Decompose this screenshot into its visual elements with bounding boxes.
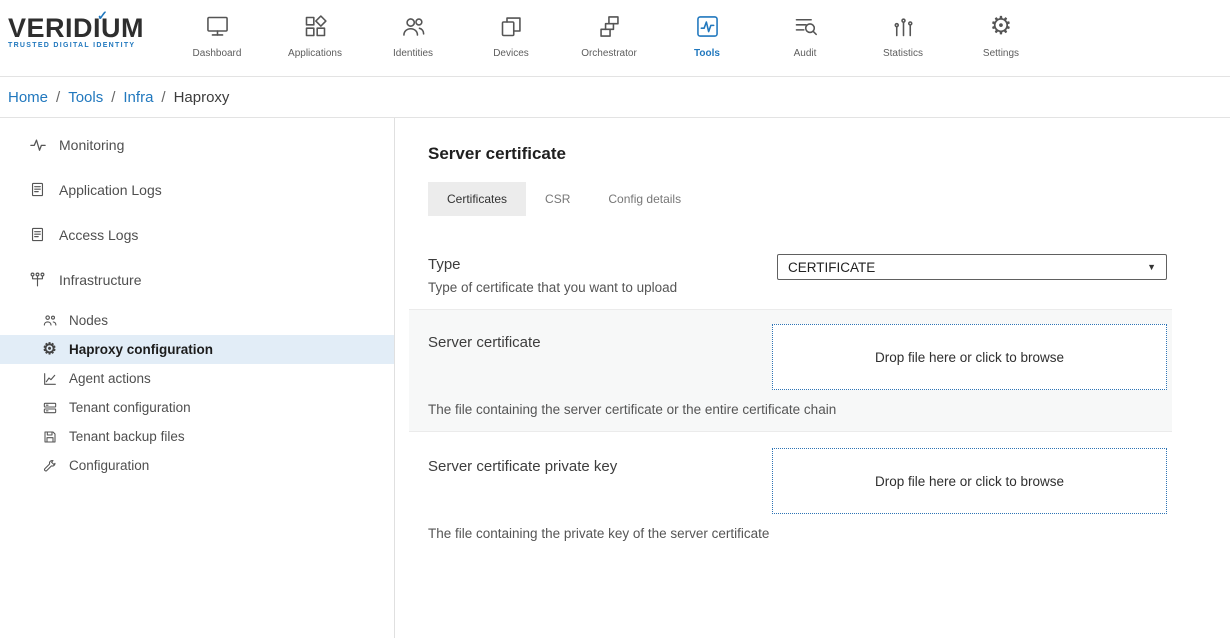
content-area: Monitoring Application Logs Access Logs … bbox=[0, 118, 1230, 638]
settings-gear-icon: ⚙ bbox=[990, 11, 1012, 41]
logo-tagline: TRUSTED DIGITAL IDENTITY bbox=[8, 42, 168, 49]
breadcrumb-haproxy: Haproxy bbox=[174, 89, 230, 106]
nav-label: Audit bbox=[794, 48, 817, 59]
tab-certificates[interactable]: Certificates bbox=[428, 182, 526, 216]
nav-label: Identities bbox=[393, 48, 433, 59]
server-certificate-label: Server certificate bbox=[428, 324, 541, 351]
sidebar-item-access-logs[interactable]: Access Logs bbox=[0, 212, 394, 257]
type-row: Type Type of certificate that you want t… bbox=[409, 242, 1172, 309]
sidebar-item-label: Monitoring bbox=[59, 137, 124, 153]
nav-label: Tools bbox=[694, 48, 720, 59]
dropzone-text: Drop file here or click to browse bbox=[875, 350, 1064, 365]
certificate-form: Type Type of certificate that you want t… bbox=[409, 242, 1172, 555]
top-navigation: VERIDIUM ✓ TRUSTED DIGITAL IDENTITY Dash… bbox=[0, 0, 1230, 77]
sidebar-item-label: Nodes bbox=[69, 313, 108, 328]
server-stack-icon bbox=[40, 398, 59, 417]
breadcrumb-home[interactable]: Home bbox=[8, 89, 48, 106]
sidebar-item-label: Tenant backup files bbox=[69, 429, 185, 444]
nav-item-devices[interactable]: Devices bbox=[462, 11, 560, 59]
sidebar-item-tenant-configuration[interactable]: Tenant configuration bbox=[0, 393, 394, 422]
type-label-block: Type Type of certificate that you want t… bbox=[428, 254, 677, 295]
tools-icon bbox=[694, 11, 721, 41]
nav-item-dashboard[interactable]: Dashboard bbox=[168, 11, 266, 59]
sidebar-item-monitoring[interactable]: Monitoring bbox=[0, 122, 394, 167]
sidebar-item-configuration[interactable]: Configuration bbox=[0, 451, 394, 480]
wrench-icon bbox=[40, 456, 59, 475]
sidebar-item-label: Access Logs bbox=[59, 227, 138, 243]
audit-icon bbox=[792, 11, 819, 41]
nav-item-identities[interactable]: Identities bbox=[364, 11, 462, 59]
dashboard-icon bbox=[204, 11, 231, 41]
identities-icon bbox=[400, 11, 427, 41]
breadcrumb-infra[interactable]: Infra bbox=[123, 89, 153, 106]
private-key-dropzone[interactable]: Drop file here or click to browse bbox=[772, 448, 1167, 514]
server-certificate-help: The file containing the server certifica… bbox=[428, 402, 1167, 417]
private-key-help: The file containing the private key of t… bbox=[428, 526, 1167, 541]
nav-label: Statistics bbox=[883, 48, 923, 59]
sidebar-item-label: Tenant configuration bbox=[69, 400, 191, 415]
sidebar-item-label: Application Logs bbox=[59, 182, 162, 198]
nav-item-settings[interactable]: ⚙ Settings bbox=[952, 11, 1050, 59]
server-certificate-row: Server certificate Drop file here or cli… bbox=[409, 309, 1172, 432]
monitoring-pulse-icon bbox=[28, 135, 47, 154]
server-certificate-dropzone[interactable]: Drop file here or click to browse bbox=[772, 324, 1167, 390]
nav-item-audit[interactable]: Audit bbox=[756, 11, 854, 59]
type-select[interactable]: CERTIFICATE ▼ bbox=[777, 254, 1167, 280]
page-title: Server certificate bbox=[428, 144, 1230, 164]
chevron-down-icon: ▼ bbox=[1147, 262, 1156, 272]
nav-label: Orchestrator bbox=[581, 48, 637, 59]
nav-item-applications[interactable]: Applications bbox=[266, 11, 364, 59]
document-icon bbox=[28, 225, 47, 244]
sidebar-item-application-logs[interactable]: Application Logs bbox=[0, 167, 394, 212]
infrastructure-icon bbox=[28, 270, 47, 289]
nav-label: Settings bbox=[983, 48, 1019, 59]
nav-label: Devices bbox=[493, 48, 529, 59]
type-select-value: CERTIFICATE bbox=[788, 260, 875, 275]
devices-icon bbox=[498, 11, 525, 41]
orchestrator-icon bbox=[596, 11, 623, 41]
breadcrumb: Home / Tools / Infra / Haproxy bbox=[0, 77, 1230, 118]
breadcrumb-separator: / bbox=[56, 89, 60, 106]
private-key-label: Server certificate private key bbox=[428, 448, 617, 475]
dropzone-text: Drop file here or click to browse bbox=[875, 474, 1064, 489]
sidebar-item-label: Agent actions bbox=[69, 371, 151, 386]
sidebar-item-tenant-backup-files[interactable]: Tenant backup files bbox=[0, 422, 394, 451]
sidebar-item-label: Haproxy configuration bbox=[69, 342, 213, 357]
private-key-row: Server certificate private key Drop file… bbox=[409, 432, 1172, 555]
type-label: Type bbox=[428, 254, 677, 273]
applications-icon bbox=[302, 11, 329, 41]
tab-csr[interactable]: CSR bbox=[526, 182, 589, 216]
statistics-icon bbox=[890, 11, 917, 41]
breadcrumb-separator: / bbox=[111, 89, 115, 106]
nav-item-orchestrator[interactable]: Orchestrator bbox=[560, 11, 658, 59]
nodes-people-icon bbox=[40, 311, 59, 330]
nav-item-statistics[interactable]: Statistics bbox=[854, 11, 952, 59]
breadcrumb-separator: / bbox=[161, 89, 165, 106]
sidebar-item-label: Infrastructure bbox=[59, 272, 141, 288]
breadcrumb-tools[interactable]: Tools bbox=[68, 89, 103, 106]
nav-item-tools[interactable]: Tools bbox=[658, 11, 756, 59]
main-panel: Server certificate Certificates CSR Conf… bbox=[409, 118, 1230, 638]
nav-label: Applications bbox=[288, 48, 342, 59]
tabs: Certificates CSR Config details bbox=[428, 182, 1230, 216]
sidebar-item-infrastructure[interactable]: Infrastructure bbox=[0, 257, 394, 302]
line-chart-icon bbox=[40, 369, 59, 388]
sidebar-item-nodes[interactable]: Nodes bbox=[0, 306, 394, 335]
logo-check-icon: ✓ bbox=[97, 8, 108, 24]
sidebar-item-label: Configuration bbox=[69, 458, 149, 473]
gear-icon: ⚙ bbox=[40, 340, 59, 359]
nav-label: Dashboard bbox=[193, 48, 242, 59]
main-nav: Dashboard Applications Identities Device… bbox=[168, 0, 1050, 59]
save-disk-icon bbox=[40, 427, 59, 446]
tab-config-details[interactable]: Config details bbox=[589, 182, 700, 216]
logo-text: VERIDIUM bbox=[8, 15, 168, 41]
document-icon bbox=[28, 180, 47, 199]
sidebar-item-haproxy-configuration[interactable]: ⚙ Haproxy configuration bbox=[0, 335, 394, 364]
sidebar: Monitoring Application Logs Access Logs … bbox=[0, 118, 395, 638]
veridium-logo: VERIDIUM ✓ TRUSTED DIGITAL IDENTITY bbox=[0, 0, 168, 49]
type-help: Type of certificate that you want to upl… bbox=[428, 280, 677, 295]
sidebar-item-agent-actions[interactable]: Agent actions bbox=[0, 364, 394, 393]
